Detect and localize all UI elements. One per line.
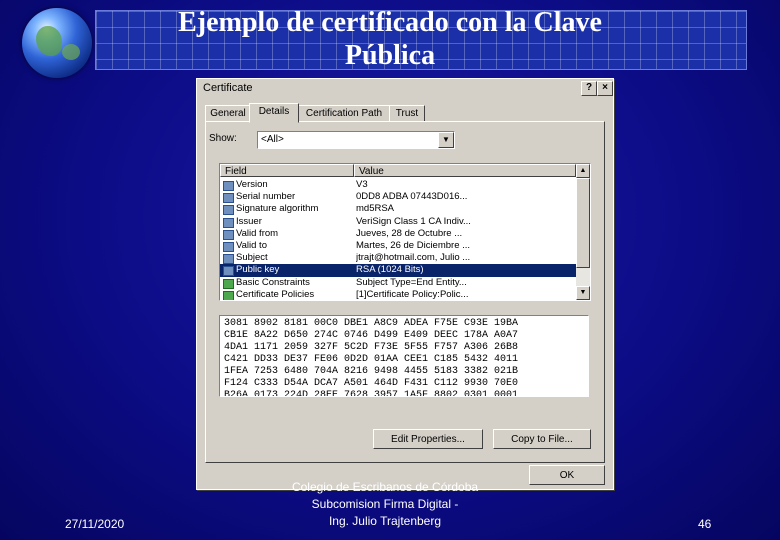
fields-list[interactable]: Field Value Version V3 Serial number 0DD8 A… bbox=[219, 163, 591, 301]
tab-details[interactable]: Details bbox=[249, 103, 299, 123]
help-icon[interactable]: ? bbox=[581, 81, 597, 96]
dialog-titlebar: Certificate ? × bbox=[197, 79, 613, 97]
table-row[interactable]: Basic Constraints Subject Type=End Entity… bbox=[220, 277, 576, 289]
row-value: [1]Certificate Policy:Polic... bbox=[356, 288, 469, 300]
row-value: RSA (1024 Bits) bbox=[356, 264, 424, 276]
slide-title: Ejemplo de certificado con la Clave Públ… bbox=[178, 7, 602, 71]
row-field: Valid from bbox=[236, 227, 279, 239]
row-field: Signature algorithm bbox=[236, 203, 319, 215]
value-detail-box[interactable]: 3081 8902 8181 00C0 DBE1 A8C9 ADEA F75E … bbox=[219, 315, 589, 397]
scroll-thumb[interactable] bbox=[576, 178, 590, 268]
globe-logo bbox=[22, 8, 92, 78]
edit-properties-button[interactable]: Edit Properties... bbox=[373, 429, 483, 449]
table-row[interactable]: Certificate Policies [1]Certificate Polic… bbox=[220, 288, 576, 300]
cert-field-icon bbox=[223, 229, 234, 240]
page-number: 46 bbox=[698, 517, 712, 531]
row-field: Subject bbox=[236, 252, 268, 264]
scroll-up-icon[interactable]: ▲ bbox=[576, 164, 590, 178]
tab-general[interactable]: General bbox=[205, 105, 251, 122]
footer-date: 27/11/2020 bbox=[65, 517, 125, 531]
row-value: Martes, 26 de Diciembre ... bbox=[356, 239, 471, 251]
scroll-down-icon[interactable]: ▼ bbox=[576, 286, 590, 300]
row-value: Jueves, 28 de Octubre ... bbox=[356, 227, 463, 239]
row-field: Certificate Policies bbox=[236, 288, 315, 300]
hex-line: CB1E 8A22 D650 274C 0746 D499 E409 DEEC … bbox=[224, 330, 519, 341]
copy-to-file-button[interactable]: Copy to File... bbox=[493, 429, 591, 449]
tab-trust[interactable]: Trust bbox=[389, 105, 425, 122]
table-row[interactable]: Serial number 0DD8 ADBA 07443D016... bbox=[220, 191, 576, 204]
column-header-value[interactable]: Value bbox=[354, 164, 576, 177]
row-value: V3 bbox=[356, 179, 368, 190]
show-label: Show: bbox=[209, 133, 237, 144]
row-value: md5RSA bbox=[356, 203, 395, 215]
show-select-value: <All> bbox=[261, 134, 284, 145]
dialog-title: Certificate bbox=[203, 82, 253, 94]
footer-line: Subcomision Firma Digital - bbox=[311, 497, 459, 511]
tab-certification-path[interactable]: Certification Path bbox=[297, 105, 391, 122]
cert-extension-icon bbox=[223, 290, 234, 300]
cert-field-icon bbox=[223, 193, 234, 204]
footer-line: Colegio de Escribanos de Córdoba bbox=[291, 480, 479, 494]
row-value: jtrajt@hotmail.com, Julio ... bbox=[356, 252, 471, 264]
row-value: 0DD8 ADBA 07443D016... bbox=[356, 191, 468, 203]
table-row[interactable]: Issuer VeriSign Class 1 CA Indiv... bbox=[220, 216, 576, 228]
table-row[interactable]: Valid to Martes, 26 de Diciembre ... bbox=[220, 240, 576, 252]
ok-button[interactable]: OK bbox=[529, 465, 605, 485]
row-field: Version bbox=[236, 179, 268, 190]
cert-field-icon bbox=[223, 241, 234, 252]
row-field: Valid to bbox=[236, 239, 267, 251]
row-field: Issuer bbox=[236, 215, 262, 227]
show-select[interactable]: <All> ▼ bbox=[257, 131, 455, 149]
table-row[interactable]: Valid from Jueves, 28 de Octubre ... bbox=[220, 228, 576, 240]
cert-field-icon bbox=[223, 217, 234, 228]
cert-field-icon bbox=[223, 205, 234, 216]
hex-line: B26A 0173 224D 28EE 7628 3957 1A5F 8802 … bbox=[224, 390, 519, 397]
row-field: Serial number bbox=[236, 191, 296, 203]
hex-line: 4DA1 1171 2059 327F 5C2D F73E 5F55 F757 … bbox=[224, 342, 519, 353]
list-rows: Version V3 Serial number 0DD8 ADBA 07443D01… bbox=[220, 179, 576, 300]
row-value: Subject Type=End Entity... bbox=[356, 276, 467, 288]
close-icon[interactable]: × bbox=[597, 81, 613, 96]
table-row[interactable]: Public key RSA (1024 Bits) bbox=[220, 264, 576, 277]
cert-field-icon bbox=[223, 254, 234, 265]
certificate-dialog: Certificate ? × General Details Certific… bbox=[196, 78, 614, 490]
footer-credits: Colegio de Escribanos de Córdoba Subcomi… bbox=[230, 479, 540, 530]
hex-line: 1FEA 7253 6480 704A 8216 9498 4455 5183 … bbox=[224, 366, 519, 377]
cert-extension-icon bbox=[223, 278, 234, 289]
hex-line: 3081 8902 8181 00C0 DBE1 A8C9 ADEA F75E … bbox=[224, 318, 519, 329]
table-row[interactable]: Signature algorithm md5RSA bbox=[220, 203, 576, 216]
list-header: Field Value bbox=[220, 164, 576, 178]
row-value: VeriSign Class 1 CA Indiv... bbox=[356, 215, 471, 227]
hex-line: C421 DD33 DE37 FE06 0D2D 01AA CEE1 C185 … bbox=[224, 354, 519, 365]
cert-field-icon bbox=[223, 266, 234, 277]
footer-line: Ing. Julio Trajtenberg bbox=[328, 514, 442, 528]
hex-line: F124 C333 D54A DCA7 A501 464D F431 C112 … bbox=[224, 378, 519, 389]
column-header-field[interactable]: Field bbox=[220, 164, 354, 177]
chevron-down-icon[interactable]: ▼ bbox=[438, 132, 454, 148]
table-row[interactable]: Subject jtrajt@hotmail.com, Julio ... bbox=[220, 252, 576, 265]
row-field: Public key bbox=[236, 264, 280, 276]
row-field: Basic Constraints bbox=[236, 276, 310, 288]
list-scrollbar[interactable]: ▲ ▼ bbox=[576, 164, 590, 300]
table-row[interactable]: Version V3 bbox=[220, 179, 576, 191]
cert-field-icon bbox=[223, 181, 234, 191]
